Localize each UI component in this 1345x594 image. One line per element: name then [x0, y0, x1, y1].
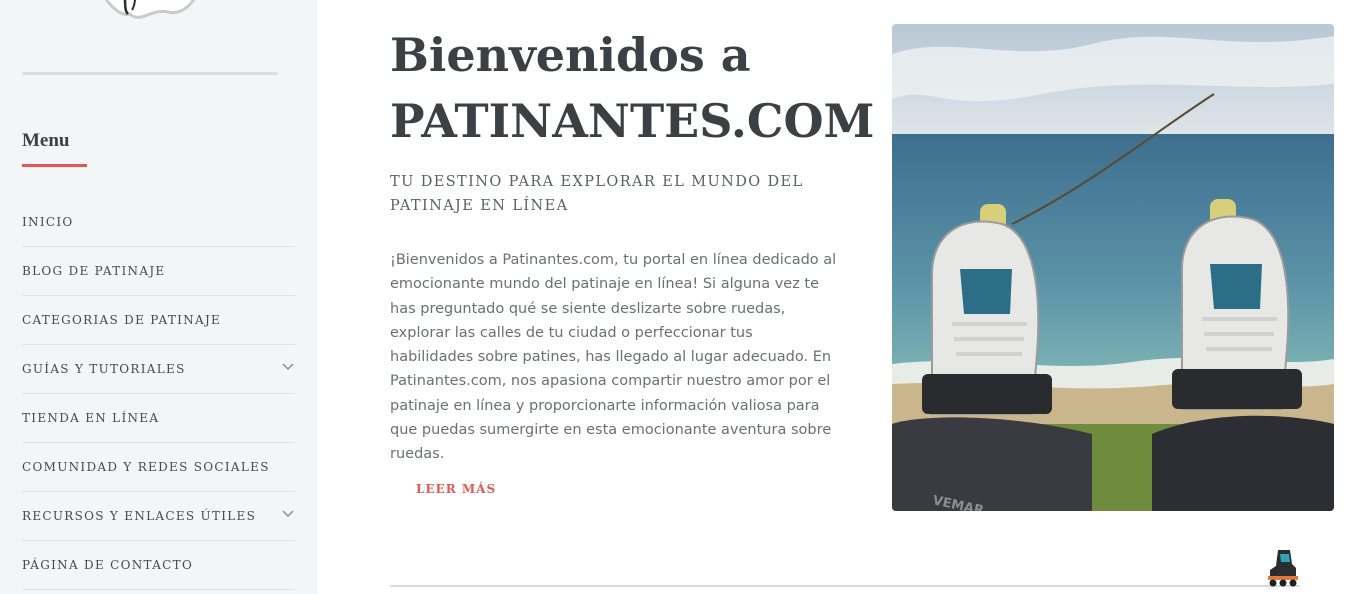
inline-skates-photo: VEMAR — [892, 24, 1334, 511]
search-field-underline[interactable] — [22, 72, 278, 75]
menu-heading-underline — [22, 164, 87, 167]
sidebar-item-categorias[interactable]: CATEGORIAS DE PATINAJE — [22, 296, 295, 345]
sidebar-item-guias[interactable]: GUÍAS Y TUTORIALES — [22, 345, 295, 394]
sidebar-item-label: BLOG DE PATINAJE — [22, 264, 166, 278]
sidebar-item-contacto[interactable]: PÁGINA DE CONTACTO — [22, 541, 295, 590]
sidebar-item-label: TIENDA EN LÍNEA — [22, 411, 160, 425]
sidebar-item-label: GUÍAS Y TUTORIALES — [22, 362, 186, 376]
sidebar-item-recursos[interactable]: RECURSOS Y ENLACES ÚTILES — [22, 492, 295, 541]
menu-heading: Menu — [22, 130, 70, 151]
sidebar-item-blog[interactable]: BLOG DE PATINAJE — [22, 247, 295, 296]
sidebar-item-comunidad[interactable]: COMUNIDAD Y REDES SOCIALES — [22, 443, 295, 492]
sidebar-menu: INICIO BLOG DE PATINAJE CATEGORIAS DE PA… — [22, 198, 295, 590]
sidebar-item-label: COMUNIDAD Y REDES SOCIALES — [22, 460, 270, 474]
sidebar: Menu INICIO BLOG DE PATINAJE CATEGORIAS … — [0, 0, 317, 594]
sidebar-item-label: PÁGINA DE CONTACTO — [22, 558, 194, 572]
sidebar-item-tienda[interactable]: TIENDA EN LÍNEA — [22, 394, 295, 443]
page-title: Bienvenidos a PATINANTES.COM — [390, 28, 875, 148]
chevron-down-icon[interactable] — [281, 506, 295, 520]
sidebar-item-label: CATEGORIAS DE PATINAJE — [22, 313, 222, 327]
intro-paragraph: ¡Bienvenidos a Patinantes.com, tu portal… — [390, 252, 837, 463]
hero-image: VEMAR — [892, 24, 1334, 511]
sidebar-item-label: RECURSOS Y ENLACES ÚTILES — [22, 509, 257, 523]
page-subtitle: TU DESTINO PARA EXPLORAR EL MUNDO DEL PA… — [390, 174, 804, 214]
inline-skate-icon[interactable] — [1264, 548, 1300, 588]
sidebar-item-label: INICIO — [22, 215, 74, 229]
site-logo[interactable] — [90, 0, 210, 22]
sidebar-item-inicio[interactable]: INICIO — [22, 198, 295, 247]
read-more-link[interactable]: LEER MÁS — [416, 482, 496, 496]
section-divider — [390, 585, 1300, 587]
chevron-down-icon[interactable] — [281, 359, 295, 373]
